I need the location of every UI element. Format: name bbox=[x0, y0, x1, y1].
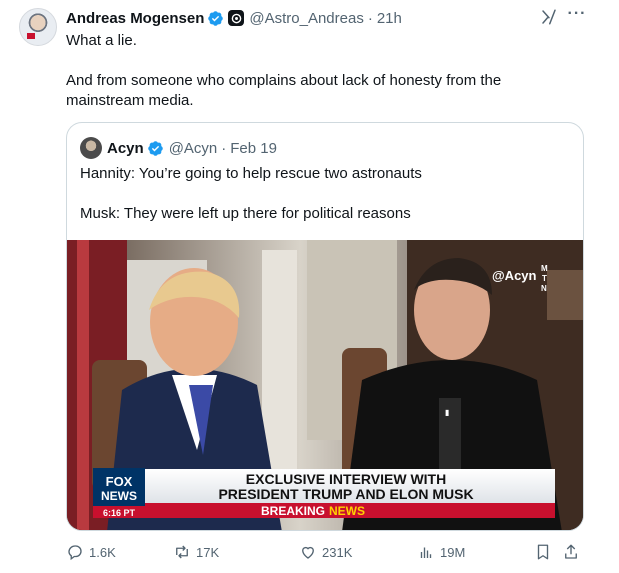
quoted-date: Feb 19 bbox=[230, 139, 277, 157]
view-count: 19M bbox=[440, 544, 466, 560]
separator-dot: · bbox=[367, 9, 373, 27]
broadcast-clock: 6:16 PT bbox=[103, 508, 136, 518]
video-player[interactable]: ▮ @Acyn M T N EXCLUSIVE INTERVIEW WITH P… bbox=[67, 240, 583, 530]
svg-text:M: M bbox=[541, 264, 548, 273]
svg-text:T: T bbox=[542, 274, 547, 283]
separator-dot: · bbox=[221, 139, 227, 157]
quoted-author-handle: @Acyn bbox=[168, 139, 218, 157]
author-name[interactable]: Andreas Mogensen bbox=[66, 10, 204, 27]
author-handle[interactable]: @Astro_Andreas bbox=[249, 10, 363, 27]
video-frame: ▮ @Acyn M T N EXCLUSIVE INTERVIEW WITH P… bbox=[67, 240, 583, 530]
quoted-avatar[interactable] bbox=[80, 137, 102, 159]
svg-text:▮: ▮ bbox=[445, 408, 449, 417]
bookmark-icon bbox=[537, 544, 549, 560]
share-icon bbox=[565, 544, 577, 559]
quoted-header: Acyn @Acyn · Feb 19 bbox=[107, 137, 277, 159]
action-bar: 1.6K 17K 231K 19M bbox=[66, 540, 586, 564]
repost-count: 17K bbox=[196, 544, 220, 560]
breaking-text: BREAKING bbox=[261, 504, 325, 518]
chyron-line2: PRESIDENT TRUMP AND ELON MUSK bbox=[218, 486, 473, 502]
chyron-line1: EXCLUSIVE INTERVIEW WITH bbox=[246, 471, 446, 487]
post-text-line2: And from someone who complains about lac… bbox=[66, 72, 502, 109]
quoted-post[interactable]: Acyn @Acyn · Feb 19 Hannity: You’re goin… bbox=[66, 122, 584, 531]
like-count: 231K bbox=[322, 544, 353, 560]
like-icon bbox=[302, 546, 314, 559]
repost-button[interactable]: 17K bbox=[173, 540, 219, 564]
author-avatar[interactable] bbox=[19, 8, 57, 46]
news-text: NEWS bbox=[329, 504, 365, 518]
repost-icon bbox=[176, 545, 188, 559]
reply-count: 1.6K bbox=[89, 544, 116, 560]
reply-button[interactable]: 1.6K bbox=[66, 540, 116, 564]
more-icon[interactable]: ··· bbox=[566, 5, 588, 27]
post-time[interactable]: 21h bbox=[377, 10, 402, 27]
org-badge-icon[interactable] bbox=[228, 10, 245, 26]
svg-text:FOX: FOX bbox=[106, 474, 133, 489]
views-icon bbox=[420, 547, 432, 558]
verified-icon bbox=[208, 10, 224, 26]
bookmark-button[interactable] bbox=[534, 540, 557, 564]
video-watermark: @Acyn bbox=[492, 268, 537, 283]
post-text-line1: What a lie. bbox=[66, 32, 137, 49]
views-button[interactable]: 19M bbox=[417, 540, 465, 564]
share-button[interactable] bbox=[562, 540, 585, 564]
quoted-text-line2: Musk: They were left up there for politi… bbox=[80, 205, 411, 222]
grok-icon[interactable] bbox=[540, 8, 558, 26]
svg-text:NEWS: NEWS bbox=[101, 489, 137, 503]
like-button[interactable]: 231K bbox=[299, 540, 352, 564]
quoted-text-line1: Hannity: You’re going to help rescue two… bbox=[80, 165, 422, 182]
verified-icon bbox=[147, 140, 163, 156]
quoted-author-name: Acyn bbox=[107, 139, 144, 157]
post-header: Andreas Mogensen @Astro_Andreas · 21h bbox=[66, 8, 402, 28]
reply-icon bbox=[68, 545, 82, 561]
svg-text:N: N bbox=[541, 284, 547, 293]
